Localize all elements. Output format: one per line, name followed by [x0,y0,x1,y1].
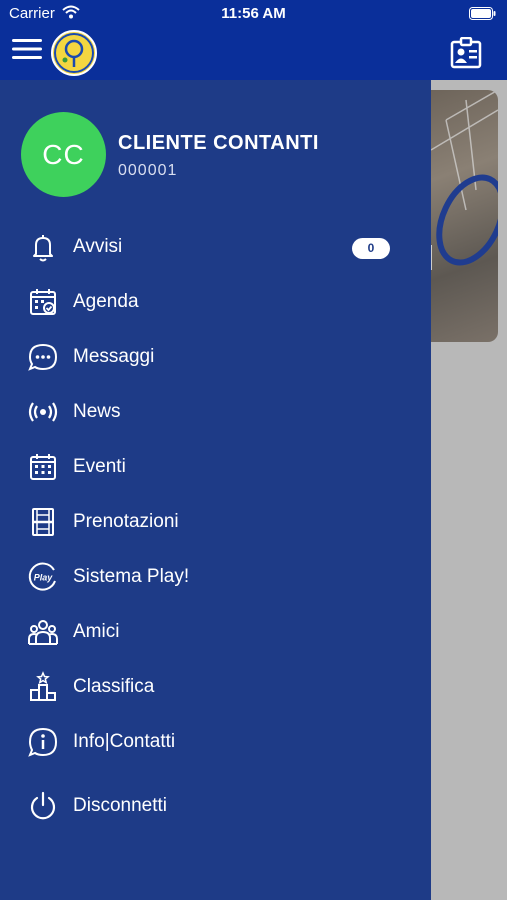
play-badge-icon: Play [28,562,56,591]
menu-item-info-contatti[interactable]: Info|Contatti [0,718,431,766]
menu-label: Classifica [73,676,155,697]
menu-item-sistema-play[interactable]: Play Sistema Play! [0,553,431,601]
bell-icon [33,235,53,262]
menu-item-amici[interactable]: Amici [0,608,431,656]
menu-label: Eventi [73,456,126,477]
club-logo[interactable] [51,30,97,76]
menu-item-agenda[interactable]: Agenda [0,278,431,326]
menu-label: Agenda [73,291,139,312]
calendar-grid-icon [30,454,56,480]
menu-item-eventi[interactable]: Eventi [0,443,431,491]
user-name: CLIENTE CONTANTI [118,132,319,154]
status-bar: Carrier 11:56 AM [0,0,507,28]
power-icon [30,791,56,820]
avatar[interactable]: CC [21,112,106,197]
id-card-icon[interactable] [450,37,482,69]
friends-icon [28,620,58,645]
battery-icon [469,7,496,20]
user-code: 000001 [118,162,178,179]
menu-label: Avvisi [73,236,123,257]
broadcast-icon [28,402,58,422]
menu-label: Disconnetti [73,795,167,816]
notification-count-badge: 0 [352,238,390,259]
navigation-drawer: CC CLIENTE CONTANTI 000001 Avvisi Agenda [0,80,431,900]
menu-item-news[interactable]: News [0,388,431,436]
menu-label: Messaggi [73,346,155,367]
info-icon [28,727,58,757]
svg-text:Play: Play [34,573,54,583]
menu-label: Info|Contatti [73,731,176,752]
chat-bubble-icon [28,343,58,371]
calendar-check-icon [30,289,56,315]
menu-item-classifica[interactable]: Classifica [0,663,431,711]
top-app-bar: Carrier 11:56 AM [0,0,507,80]
menu-label: Prenotazioni [73,511,179,532]
menu-label: Sistema Play! [73,566,190,587]
clock: 11:56 AM [221,5,286,22]
menu-item-disconnetti[interactable]: Disconnetti [0,782,431,830]
menu-item-messaggi[interactable]: Messaggi [0,333,431,381]
menu-label: Amici [73,621,120,642]
menu-label: News [73,401,121,422]
court-icon [32,508,54,536]
menu-item-prenotazioni[interactable]: Prenotazioni [0,498,431,546]
hamburger-icon[interactable] [12,38,42,60]
podium-icon [30,671,56,701]
